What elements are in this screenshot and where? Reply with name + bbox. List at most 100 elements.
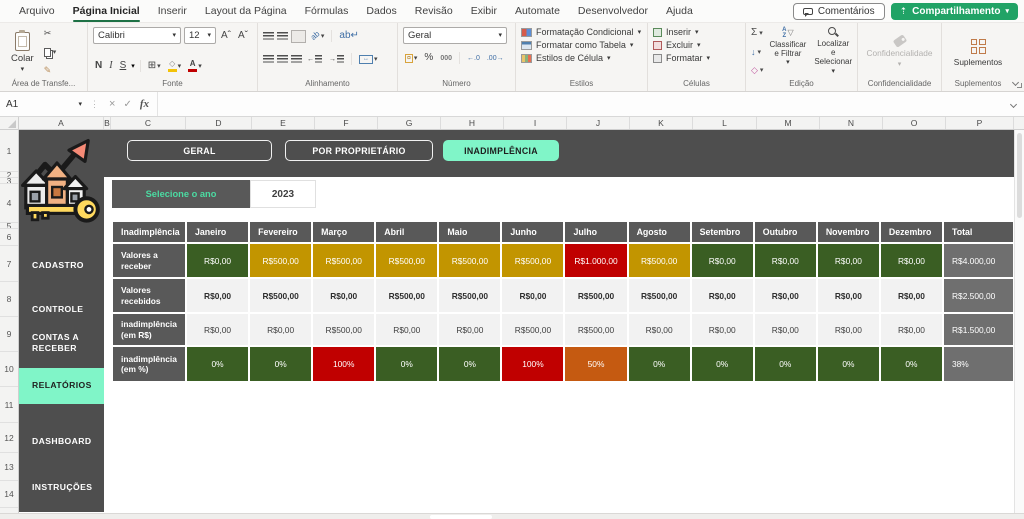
row-header-13[interactable]: 13	[0, 453, 18, 481]
table-cell[interactable]: R$0,00	[250, 314, 311, 345]
menu-tab-arquivo[interactable]: Arquivo	[10, 0, 64, 22]
copy-button[interactable]: ▾	[44, 48, 57, 57]
table-header-cell[interactable]: Fevereiro	[250, 222, 311, 242]
insert-cells-button[interactable]: Inserir▾	[653, 28, 740, 37]
table-cell[interactable]: R$500,00	[439, 244, 500, 277]
row-header-4[interactable]: 4	[0, 184, 18, 223]
column-header-M[interactable]: M	[757, 117, 820, 129]
insert-function-icon[interactable]: fx	[140, 98, 149, 110]
column-header-I[interactable]: I	[504, 117, 567, 129]
sidebar-item-contas-a-receber[interactable]: CONTAS A RECEBER	[19, 328, 104, 358]
fill-button[interactable]: ↓▾	[751, 47, 763, 58]
orientation-button[interactable]: ab▾	[309, 32, 326, 40]
table-cell[interactable]: R$0,00	[376, 314, 437, 345]
select-all-corner[interactable]	[0, 117, 19, 129]
row-header-10[interactable]: 10	[0, 352, 18, 387]
bold-button[interactable]: N	[93, 61, 104, 71]
table-cell[interactable]: R$0,00	[755, 244, 816, 277]
column-header-L[interactable]: L	[693, 117, 757, 129]
align-center-button[interactable]	[277, 55, 288, 63]
table-cell[interactable]: 0%	[376, 347, 437, 381]
table-header-cell[interactable]: Outubro	[755, 222, 816, 242]
align-left-button[interactable]	[263, 55, 274, 63]
comma-style-button[interactable]: 000	[438, 55, 454, 62]
menu-tab-desenvolvedor[interactable]: Desenvolvedor	[569, 0, 657, 22]
table-cell[interactable]: R$0,00	[755, 314, 816, 345]
format-cells-button[interactable]: Formatar▾	[653, 54, 740, 63]
column-header-B[interactable]: B	[104, 117, 111, 129]
font-color-button[interactable]: A ▾	[186, 60, 204, 72]
menu-tab-exibir[interactable]: Exibir	[462, 0, 506, 22]
table-cell[interactable]: R$500,00	[250, 279, 311, 312]
column-header-D[interactable]: D	[186, 117, 252, 129]
table-cell[interactable]: 0%	[187, 347, 248, 381]
table-cell[interactable]: R$0,00	[881, 244, 942, 277]
table-cell[interactable]: R$500,00	[565, 314, 626, 345]
row-header-12[interactable]: 12	[0, 423, 18, 453]
table-cell[interactable]: R$0,00	[692, 244, 753, 277]
table-total-cell[interactable]: R$2.500,00	[944, 279, 1013, 312]
table-cell[interactable]: R$0,00	[818, 314, 879, 345]
increase-indent-button[interactable]: →	[327, 55, 346, 63]
table-cell[interactable]: R$0,00	[881, 314, 942, 345]
row-header-8[interactable]: 8	[0, 282, 18, 317]
table-row-label[interactable]: inadimplência (em %)	[113, 347, 185, 381]
table-row-label[interactable]: Valores a receber	[113, 244, 185, 277]
menu-tab-ajuda[interactable]: Ajuda	[657, 0, 702, 22]
sensitivity-button[interactable]: Confidencialidade	[867, 48, 933, 58]
table-cell[interactable]: 0%	[250, 347, 311, 381]
table-cell[interactable]: R$500,00	[376, 244, 437, 277]
column-header-C[interactable]: C	[111, 117, 186, 129]
table-cell[interactable]: R$500,00	[502, 244, 563, 277]
autosum-button[interactable]: Σ▾	[751, 27, 763, 40]
name-box[interactable]: A1 ▾	[0, 92, 88, 116]
menu-tab-revisão[interactable]: Revisão	[406, 0, 462, 22]
table-cell[interactable]: R$0,00	[187, 314, 248, 345]
accounting-format-button[interactable]: ¤▾	[403, 54, 419, 63]
table-header-cell[interactable]: Abril	[376, 222, 437, 242]
table-cell[interactable]: 50%	[565, 347, 626, 381]
menu-tab-página-inicial[interactable]: Página Inicial	[64, 0, 149, 22]
column-header-H[interactable]: H	[441, 117, 504, 129]
sidebar-item-controle[interactable]: CONTROLE	[19, 300, 104, 319]
year-selector-value[interactable]: 2023	[250, 180, 316, 208]
table-row-label[interactable]: inadimplência (em R$)	[113, 314, 185, 345]
cancel-entry-icon[interactable]: ×	[109, 98, 115, 110]
merge-center-button[interactable]: ↔▾	[357, 55, 380, 64]
decrease-indent-button[interactable]: ←	[305, 55, 324, 63]
table-cell[interactable]: 100%	[502, 347, 563, 381]
column-header-F[interactable]: F	[315, 117, 378, 129]
table-header-cell[interactable]: Junho	[502, 222, 563, 242]
table-total-cell[interactable]: 38%	[944, 347, 1013, 381]
table-cell[interactable]: R$500,00	[313, 314, 374, 345]
nav-tab-por-proprietário[interactable]: POR PROPRIETÁRIO	[285, 140, 433, 161]
column-header-J[interactable]: J	[567, 117, 630, 129]
table-header-cell[interactable]: Dezembro	[881, 222, 942, 242]
align-right-button[interactable]	[291, 55, 302, 63]
formula-input[interactable]	[158, 92, 1003, 116]
table-header-cell[interactable]: Janeiro	[187, 222, 248, 242]
table-cell[interactable]: R$500,00	[250, 244, 311, 277]
decrease-decimal-button[interactable]: .00→	[485, 55, 506, 62]
format-painter-button[interactable]: ✎	[44, 65, 57, 76]
table-header-cell[interactable]: Março	[313, 222, 374, 242]
table-cell[interactable]: R$0,00	[692, 279, 753, 312]
table-cell[interactable]: R$0,00	[187, 279, 248, 312]
table-cell[interactable]: R$500,00	[629, 244, 690, 277]
confirm-entry-icon[interactable]: ✓	[123, 99, 131, 110]
sidebar-item-dashboard[interactable]: DASHBOARD	[19, 432, 104, 451]
table-cell[interactable]: 0%	[692, 347, 753, 381]
table-cell[interactable]: R$0,00	[881, 279, 942, 312]
conditional-formatting-button[interactable]: Formatação Condicional▾	[521, 28, 642, 37]
sidebar-item-cadastro[interactable]: CADASTRO	[19, 256, 104, 275]
table-cell[interactable]: R$0,00	[313, 279, 374, 312]
borders-button[interactable]: ⊞▾	[146, 61, 163, 71]
align-bottom-button[interactable]	[291, 30, 306, 43]
table-cell[interactable]: R$0,00	[502, 279, 563, 312]
font-size-select[interactable]: 12▾	[184, 27, 216, 44]
row-header-11[interactable]: 11	[0, 387, 18, 423]
table-cell[interactable]: R$0,00	[629, 314, 690, 345]
sidebar-item-instruções[interactable]: INSTRUÇÕES	[19, 478, 104, 497]
nav-tab-inadimplência[interactable]: INADIMPLÊNCIA	[443, 140, 559, 161]
decrease-font-button[interactable]: Aˇ	[236, 31, 250, 41]
